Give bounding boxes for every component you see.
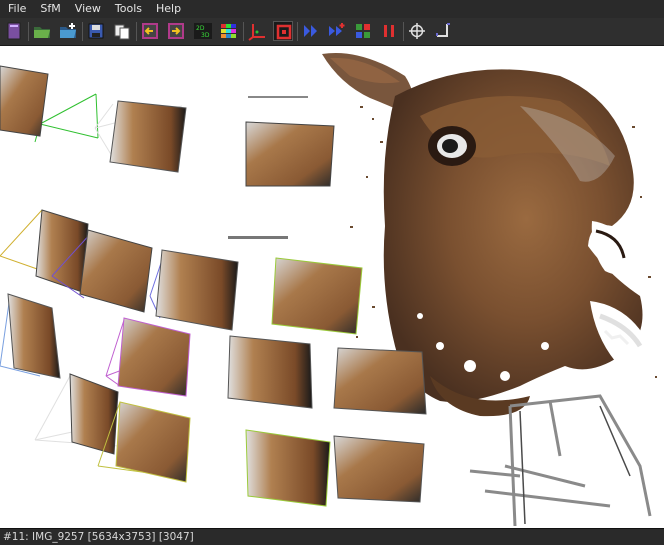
toolbar-separator (243, 22, 244, 41)
status-bar: #11: IMG_9257 [5634x3753] [3047] (0, 528, 664, 545)
camera-thumbnail[interactable] (155, 249, 239, 331)
toolbar-separator (403, 22, 404, 41)
camera-thumbnail[interactable] (227, 335, 313, 409)
pause-icon[interactable] (379, 21, 399, 41)
open-folder-icon[interactable] (32, 21, 52, 41)
import-icon[interactable] (140, 21, 160, 41)
toolbar-separator (28, 22, 29, 41)
menu-view[interactable]: View (68, 0, 108, 18)
camera-frame-icon[interactable] (273, 21, 293, 41)
run-sfm-icon[interactable] (353, 21, 373, 41)
step-forward-icon[interactable] (301, 21, 321, 41)
camera-thumbnail[interactable] (245, 429, 331, 507)
axes-icon[interactable] (247, 21, 267, 41)
menu-tools[interactable]: Tools (108, 0, 149, 18)
toolbar-separator (82, 22, 83, 41)
toggle-2d-3d-icon[interactable]: 2D 3D (193, 21, 213, 41)
camera-thumbnail[interactable] (245, 121, 335, 187)
toolbar-separator (297, 22, 298, 41)
toolbar-separator (136, 22, 137, 41)
camera-thumbnail[interactable] (333, 435, 425, 503)
crosshair-icon[interactable] (407, 21, 427, 41)
copy-icon[interactable] (112, 21, 132, 41)
add-images-icon[interactable] (58, 21, 78, 41)
color-grid-icon[interactable] (219, 21, 239, 41)
camera-thumbnail[interactable] (7, 293, 61, 379)
camera-thumbnail[interactable] (69, 373, 119, 455)
toolbar: 2D 3D (0, 18, 664, 46)
fast-forward-icon[interactable] (327, 21, 347, 41)
camera-thumbnail[interactable] (79, 229, 153, 313)
svg-text:3D: 3D (201, 32, 210, 39)
camera-thumbnail[interactable] (35, 209, 89, 293)
menu-file[interactable]: File (0, 0, 33, 18)
camera-thumbnail[interactable] (109, 100, 187, 173)
menu-bar: File SfM View Tools Help (0, 0, 664, 18)
svg-text:2D: 2D (196, 25, 205, 32)
open-project-icon[interactable] (4, 21, 24, 41)
camera-thumbnail[interactable] (0, 65, 49, 137)
resize-icon[interactable] (433, 21, 453, 41)
menu-help[interactable]: Help (149, 0, 188, 18)
status-text: #11: IMG_9257 [5634x3753] [3047] (3, 531, 194, 543)
3d-viewport[interactable] (0, 46, 664, 528)
save-icon[interactable] (86, 21, 106, 41)
export-icon[interactable] (166, 21, 186, 41)
menu-sfm[interactable]: SfM (33, 0, 67, 18)
camera-thumbnail[interactable] (117, 317, 191, 397)
camera-thumbnail[interactable] (333, 347, 427, 415)
camera-frustums (0, 65, 427, 507)
camera-thumbnail[interactable] (271, 257, 363, 335)
